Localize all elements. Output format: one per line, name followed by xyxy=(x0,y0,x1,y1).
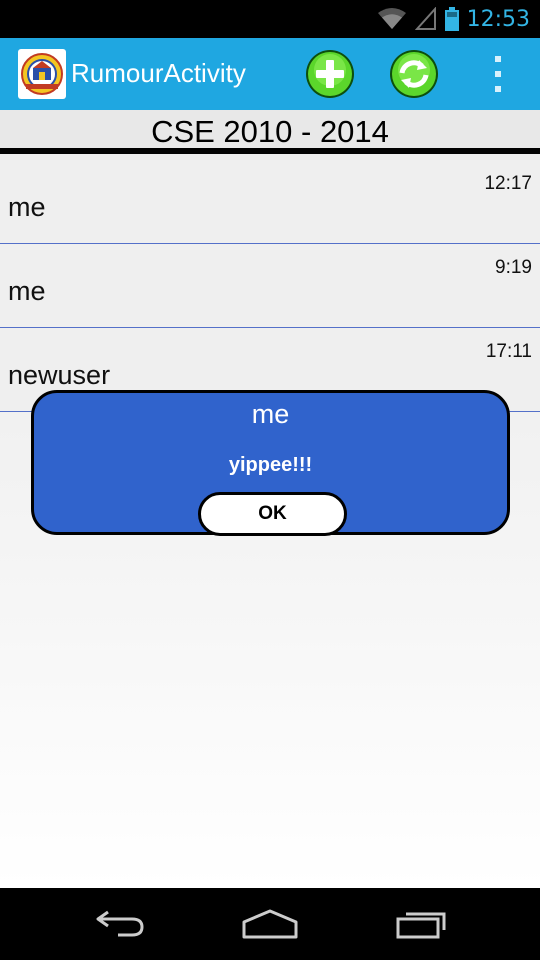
add-rumour-button[interactable] xyxy=(305,49,355,99)
rumour-time: 9:19 xyxy=(495,257,532,278)
app-title: RumourActivity xyxy=(71,58,246,88)
rumour-item[interactable]: 9:19 me xyxy=(0,244,540,328)
nav-bar xyxy=(0,888,540,960)
rumour-time: 17:11 xyxy=(485,341,532,362)
rumour-time: 12:17 xyxy=(484,173,532,194)
back-button[interactable] xyxy=(80,902,160,946)
recents-button[interactable] xyxy=(382,902,462,946)
status-clock: 12:53 xyxy=(466,6,530,32)
overflow-menu-icon[interactable] xyxy=(484,56,512,92)
rumour-author: me xyxy=(8,276,46,306)
app-logo-icon[interactable] xyxy=(18,49,66,99)
dialog-message: yippee!!! xyxy=(228,454,313,476)
status-bar: 12:53 xyxy=(0,0,540,38)
group-title: CSE 2010 - 2014 xyxy=(151,114,389,149)
home-icon xyxy=(242,909,298,939)
group-header: CSE 2010 - 2014 xyxy=(0,110,540,154)
refresh-button[interactable] xyxy=(389,49,439,99)
wifi-icon xyxy=(377,7,407,31)
dialog-title: me xyxy=(251,399,290,429)
rumour-list: 12:17 me 9:19 me 17:11 newuser xyxy=(0,160,540,412)
action-bar: RumourActivity xyxy=(0,38,540,110)
battery-icon xyxy=(444,7,459,31)
signal-icon xyxy=(414,7,437,31)
rumour-item[interactable]: 12:17 me xyxy=(0,160,540,244)
rumour-author: newuser xyxy=(8,360,111,390)
rumour-dialog: me yippee!!! OK xyxy=(31,390,510,536)
refresh-icon xyxy=(390,50,438,98)
back-icon xyxy=(96,910,144,937)
add-icon xyxy=(306,50,354,98)
rumour-author: me xyxy=(8,192,46,222)
recents-icon xyxy=(396,912,446,939)
ok-button[interactable]: OK xyxy=(198,492,347,536)
home-button[interactable] xyxy=(230,902,310,946)
